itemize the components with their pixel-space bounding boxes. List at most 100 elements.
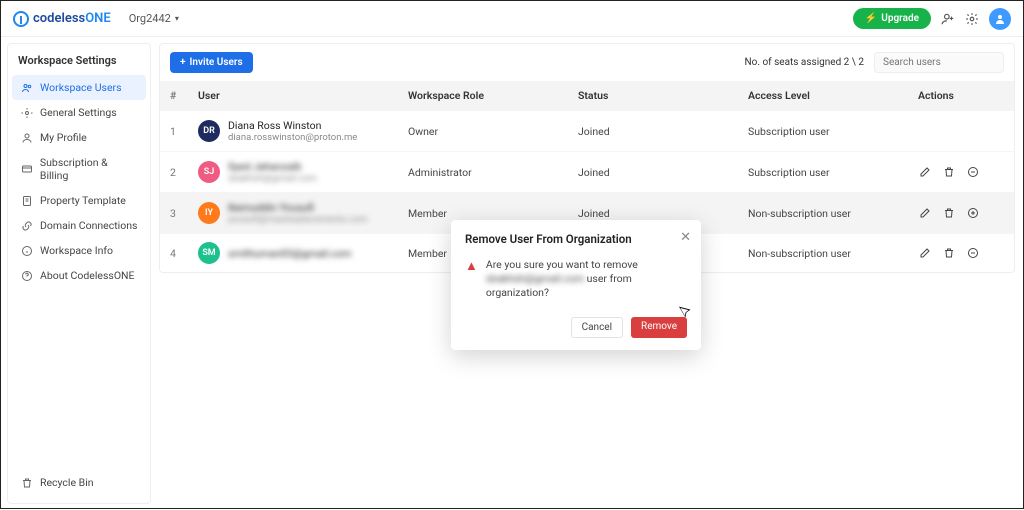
topbar: codelessONE Org2442 ▾ ⚡ Upgrade	[1, 1, 1023, 37]
info-icon	[20, 245, 34, 257]
upgrade-label: Upgrade	[881, 13, 919, 24]
invite-users-button[interactable]: + Invite Users	[170, 52, 253, 73]
user-cell: SJ Syed Jahanzaibsbakhsh@gmail.com	[188, 152, 398, 193]
toggle-subscription-icon[interactable]	[966, 246, 980, 260]
access-cell: Non-subscription user	[738, 193, 908, 234]
status-text: Joined	[578, 207, 610, 220]
sidebar-item-workspace-info[interactable]: Workspace Info	[12, 238, 146, 263]
edit-icon[interactable]	[918, 246, 932, 260]
row-avatar: SJ	[198, 161, 220, 183]
row-avatar: IY	[198, 202, 220, 224]
org-name: Org2442	[129, 12, 171, 25]
sidebar-item-label: Workspace Info	[40, 244, 113, 257]
status-text: Joined	[578, 166, 610, 179]
remove-user-modal: ✕ Remove User From Organization ▲ Are yo…	[451, 220, 701, 350]
sidebar-item-label: Workspace Users	[40, 81, 122, 94]
sidebar-item-property-template[interactable]: Property Template	[12, 188, 146, 213]
profile-icon	[20, 132, 34, 144]
modal-buttons: Cancel Remove	[465, 317, 687, 338]
trash-icon	[20, 477, 34, 489]
bolt-icon: ⚡	[865, 13, 877, 24]
modal-email-masked: sbakhsh@gmail.com	[486, 272, 584, 285]
user-name: Syed Jahanzaib	[228, 160, 317, 173]
brand-part-a: codeless	[33, 11, 85, 26]
add-user-icon[interactable]	[941, 12, 955, 26]
col-index: #	[160, 81, 188, 111]
sidebar-item-general-settings[interactable]: General Settings	[12, 100, 146, 125]
col-role: Workspace Role	[398, 81, 568, 111]
row-actions	[918, 206, 1004, 220]
plus-icon: +	[180, 57, 186, 68]
search-container	[874, 52, 1004, 73]
access-cell: Non-subscription user	[738, 234, 908, 273]
row-index: 2	[160, 152, 188, 193]
gear-icon	[20, 107, 34, 119]
logo[interactable]: codelessONE	[13, 11, 111, 27]
delete-icon[interactable]	[942, 165, 956, 179]
row-index: 3	[160, 193, 188, 234]
modal-close-button[interactable]: ✕	[680, 230, 691, 245]
sidebar-item-recycle-bin[interactable]: Recycle Bin	[12, 470, 146, 495]
user-name: Diana Ross Winston	[228, 119, 357, 132]
sidebar-title: Workspace Settings	[12, 52, 146, 75]
user-email: sbakhsh@gmail.com	[228, 173, 317, 184]
delete-icon[interactable]	[942, 206, 956, 220]
users-icon	[20, 82, 34, 94]
table-header-row: # User Workspace Role Status Access Leve…	[160, 81, 1014, 111]
modal-title: Remove User From Organization	[465, 232, 687, 246]
actions-cell	[908, 111, 1014, 152]
search-input[interactable]	[874, 52, 1004, 73]
actions-cell	[908, 234, 1014, 273]
user-email: yousufi@masterplacements.com	[228, 214, 367, 225]
sidebar: Workspace Settings Workspace Users Gener…	[7, 43, 151, 504]
table-row: 2SJSyed Jahanzaibsbakhsh@gmail.comAdmini…	[160, 152, 1014, 193]
user-email: diana.rosswinston@proton.me	[228, 132, 357, 143]
sidebar-item-label: Recycle Bin	[40, 476, 94, 489]
delete-icon[interactable]	[942, 246, 956, 260]
actions-cell	[908, 152, 1014, 193]
toggle-subscription-icon[interactable]	[966, 165, 980, 179]
table-row: 1DRDiana Ross Winstondiana.rosswinston@p…	[160, 111, 1014, 152]
sidebar-item-workspace-users[interactable]: Workspace Users	[12, 75, 146, 100]
upgrade-button[interactable]: ⚡ Upgrade	[853, 8, 931, 29]
template-icon	[20, 195, 34, 207]
row-actions	[918, 165, 1004, 179]
user-name: smithuman03@gmail.com	[228, 247, 352, 260]
topbar-right: ⚡ Upgrade	[853, 8, 1011, 30]
toggle-subscription-icon[interactable]	[966, 206, 980, 220]
row-index: 4	[160, 234, 188, 273]
logo-icon	[13, 11, 29, 27]
org-switcher[interactable]: Org2442 ▾	[129, 12, 179, 25]
row-index: 1	[160, 111, 188, 152]
card-icon	[20, 163, 34, 175]
sidebar-item-subscription-billing[interactable]: Subscription & Billing	[12, 150, 146, 188]
link-icon	[20, 220, 34, 232]
modal-body: ▲ Are you sure you want to remove sbakhs…	[465, 258, 687, 301]
brand-part-b: ONE	[85, 11, 111, 26]
col-user: User	[188, 81, 398, 111]
edit-icon[interactable]	[918, 206, 932, 220]
user-name: Ikemuddin Yousufi	[228, 201, 367, 214]
sidebar-item-domain-connections[interactable]: Domain Connections	[12, 213, 146, 238]
seats-assigned: No. of seats assigned 2 \ 2	[745, 57, 865, 68]
question-icon	[20, 270, 34, 282]
sidebar-item-label: About CodelessONE	[40, 269, 135, 282]
user-cell: DRDiana Ross Winstondiana.rosswinston@pr…	[188, 111, 398, 152]
settings-icon[interactable]	[965, 12, 979, 26]
sidebar-item-label: My Profile	[40, 131, 87, 144]
sidebar-item-my-profile[interactable]: My Profile	[12, 125, 146, 150]
actions-cell	[908, 193, 1014, 234]
edit-icon[interactable]	[918, 165, 932, 179]
access-cell: Subscription user	[738, 111, 908, 152]
warning-icon: ▲	[465, 258, 478, 301]
row-avatar: SM	[198, 242, 220, 264]
panel-header: + Invite Users No. of seats assigned 2 \…	[160, 44, 1014, 81]
cancel-button[interactable]: Cancel	[571, 317, 623, 338]
access-cell: Subscription user	[738, 152, 908, 193]
user-avatar[interactable]	[989, 8, 1011, 30]
role-cell: Owner	[398, 111, 568, 152]
remove-button[interactable]: Remove	[631, 317, 687, 338]
status-text: Joined	[578, 125, 610, 138]
col-status: Status	[568, 81, 738, 111]
sidebar-item-about[interactable]: About CodelessONE	[12, 263, 146, 288]
